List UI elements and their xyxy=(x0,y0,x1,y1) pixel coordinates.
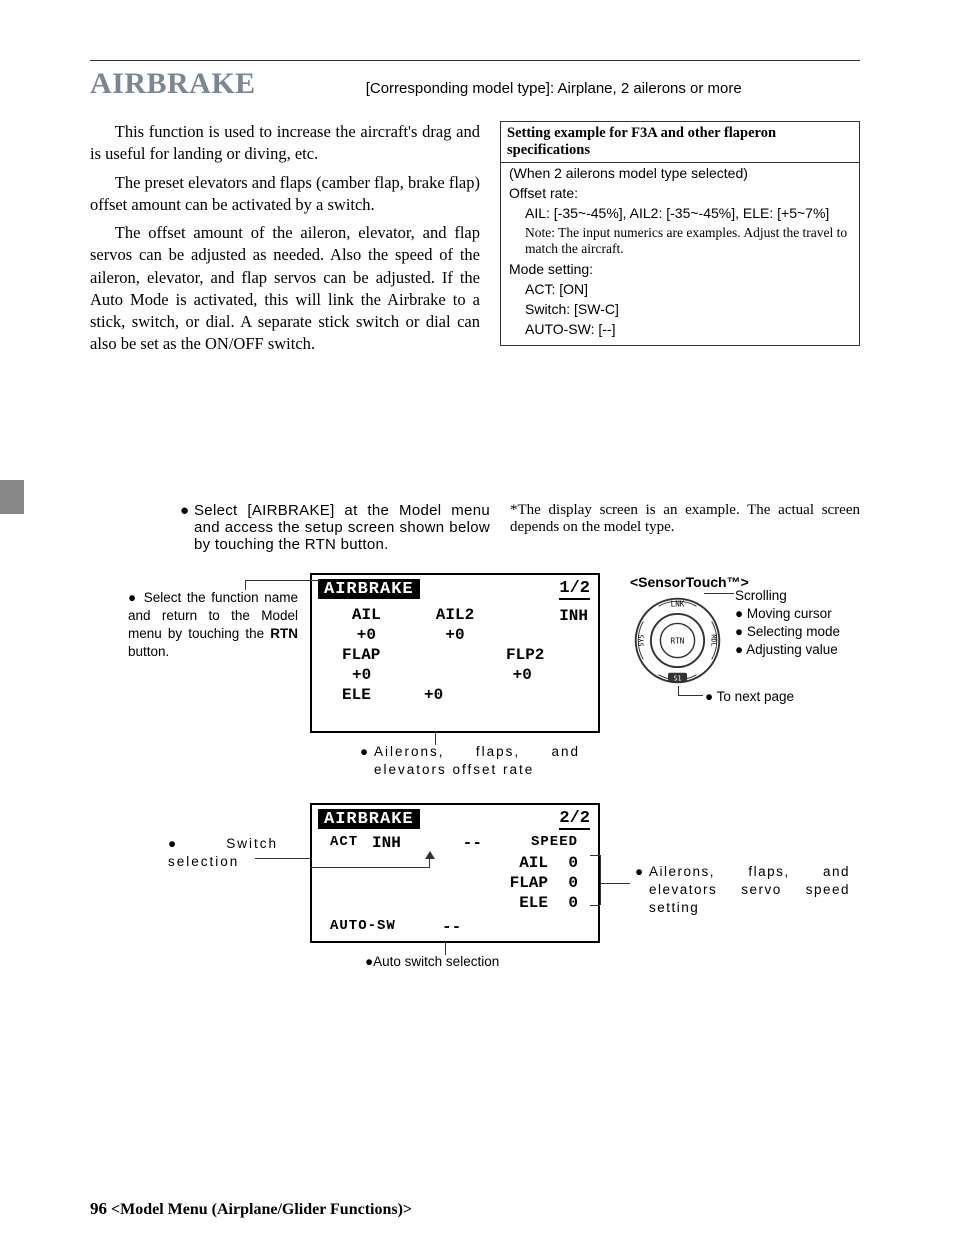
lcd1-title: AIRBRAKE xyxy=(318,579,420,599)
bullet-dot: ● xyxy=(180,502,194,553)
example-column: Setting example for F3A and other flaper… xyxy=(500,121,860,362)
leader-line xyxy=(590,855,600,856)
callout-switch-selection: ● Switch selection xyxy=(168,835,278,871)
page-content: AIRBRAKE [Corresponding model type]: Air… xyxy=(90,60,860,1053)
example-header: Setting example for F3A and other flaper… xyxy=(501,122,859,163)
lcd1-flap-label: FLAP xyxy=(322,646,424,664)
diagram-area: AIRBRAKE 1/2 INH AIL AIL2 +0 +0 FLAP FLP… xyxy=(90,573,860,1053)
title-row: AIRBRAKE [Corresponding model type]: Air… xyxy=(90,60,860,101)
dial-lnk-label: LNK xyxy=(671,599,685,608)
callout-auto-switch: ●Auto switch selection xyxy=(365,953,585,971)
leader-line xyxy=(310,867,430,868)
two-column-layout: This function is used to increase the ai… xyxy=(90,121,860,362)
paragraph-1: This function is used to increase the ai… xyxy=(90,121,480,166)
example-note: Note: The input numerics are examples. A… xyxy=(501,223,859,259)
lcd2-ele-label: ELE xyxy=(478,894,548,912)
lcd2-flap-value: 0 xyxy=(548,874,588,892)
page-number: 96 xyxy=(90,1199,107,1218)
svg-text:S1: S1 xyxy=(674,674,682,682)
lcd1-page-indicator: 1/2 xyxy=(559,579,590,600)
callout-next-page: ● To next page xyxy=(705,688,794,706)
lcd2-title: AIRBRAKE xyxy=(318,809,420,829)
lcd2-speed-label: SPEED xyxy=(482,834,588,852)
lcd1-ail-label: AIL xyxy=(322,606,411,624)
lcd2-ail-value: 0 xyxy=(548,854,588,872)
arrow-up-icon xyxy=(425,851,435,859)
lcd2-autosw-value: -- xyxy=(442,918,482,936)
callout-l1-suffix: button. xyxy=(128,644,169,659)
callout-offset-rate: ● Ailerons, flaps, and elevators offset … xyxy=(360,743,580,779)
lcd1-status: INH xyxy=(559,607,588,625)
setting-example-box: Setting example for F3A and other flaper… xyxy=(500,121,860,346)
leader-line xyxy=(704,593,734,594)
dial-rtn-label: RTN xyxy=(671,636,685,645)
leader-line xyxy=(600,883,630,884)
leader-line xyxy=(678,695,703,696)
lcd2-act-label: ACT xyxy=(322,834,372,852)
description-column: This function is used to increase the ai… xyxy=(90,121,480,362)
lcd1-ail2-label: AIL2 xyxy=(411,606,500,624)
example-auto: AUTO-SW: [--] xyxy=(501,319,859,339)
callout-l1-rtn: RTN xyxy=(270,626,298,641)
example-switch: Switch: [SW-C] xyxy=(501,299,859,319)
lcd1-ele-value: +0 xyxy=(424,686,506,704)
paragraph-3: The offset amount of the aileron, elevat… xyxy=(90,222,480,356)
lcd1-ail2-value: +0 xyxy=(411,626,500,644)
lcd-screen-1: AIRBRAKE 1/2 INH AIL AIL2 +0 +0 FLAP FLP… xyxy=(310,573,600,733)
leader-line xyxy=(445,943,446,955)
instruction-row: ● Select [AIRBRAKE] at the Model menu an… xyxy=(90,502,860,553)
example-act: ACT: [ON] xyxy=(501,279,859,299)
sensor-dial-icon: LNK S1 S1 RTN SYS MDL xyxy=(630,593,725,688)
footer-section-title: <Model Menu (Airplane/Glider Functions)> xyxy=(111,1201,412,1218)
lcd1-ail-value: +0 xyxy=(322,626,411,644)
paragraph-2: The preset elevators and flaps (camber f… xyxy=(90,172,480,217)
lcd-screen-2: AIRBRAKE 2/2 ACT INH -- SPEED AIL 0 FLAP… xyxy=(310,803,600,943)
lcd2-ail-label: AIL xyxy=(478,854,548,872)
lcd2-page-indicator: 2/2 xyxy=(559,809,590,830)
example-offset-values: AIL: [-35~-45%], AIL2: [-35~-45%], ELE: … xyxy=(501,203,859,223)
dial-mdl-label: MDL xyxy=(710,634,718,646)
model-type-subtitle: [Corresponding model type]: Airplane, 2 … xyxy=(366,80,742,97)
leader-line xyxy=(600,855,601,905)
leader-line xyxy=(255,858,310,859)
instruction-text: Select [AIRBRAKE] at the Model menu and … xyxy=(194,502,490,553)
lcd2-act-dash: -- xyxy=(432,834,482,852)
lcd1-flap-value: +0 xyxy=(322,666,427,684)
lcd1-flp2-label: FLP2 xyxy=(506,646,588,664)
example-when: (When 2 ailerons model type selected) xyxy=(501,163,859,183)
leader-line xyxy=(590,905,600,906)
lcd1-flp2-value: +0 xyxy=(503,666,588,684)
lcd2-flap-label: FLAP xyxy=(478,874,548,892)
lcd1-ele-label: ELE xyxy=(322,686,424,704)
leader-line xyxy=(245,580,246,590)
dial-sys-label: SYS xyxy=(637,634,645,646)
sensortouch-title: <SensorTouch™> xyxy=(630,574,749,590)
callout-servo-speed: ● Ailerons, flaps, and elevators servo s… xyxy=(635,863,850,918)
page-footer: 96 <Model Menu (Airplane/Glider Function… xyxy=(90,1199,412,1219)
example-offset-label: Offset rate: xyxy=(501,183,859,203)
lcd2-ele-value: 0 xyxy=(548,894,588,912)
leader-line xyxy=(245,580,320,581)
leader-line xyxy=(435,733,436,745)
lcd2-act-value: INH xyxy=(372,834,432,852)
disclaimer-text: *The display screen is an example. The a… xyxy=(510,502,860,553)
callout-return-instruction: ● Select the function name and return to… xyxy=(128,589,298,662)
instruction-left: ● Select [AIRBRAKE] at the Model menu an… xyxy=(90,502,490,553)
callout-scrolling: Scrolling ● Moving cursor ● Selecting mo… xyxy=(735,587,840,660)
example-mode-label: Mode setting: xyxy=(501,259,859,279)
leader-line xyxy=(429,859,430,867)
page-title: AIRBRAKE xyxy=(90,67,256,101)
page-side-tab xyxy=(0,480,24,514)
lcd2-autosw-label: AUTO-SW xyxy=(322,918,442,936)
